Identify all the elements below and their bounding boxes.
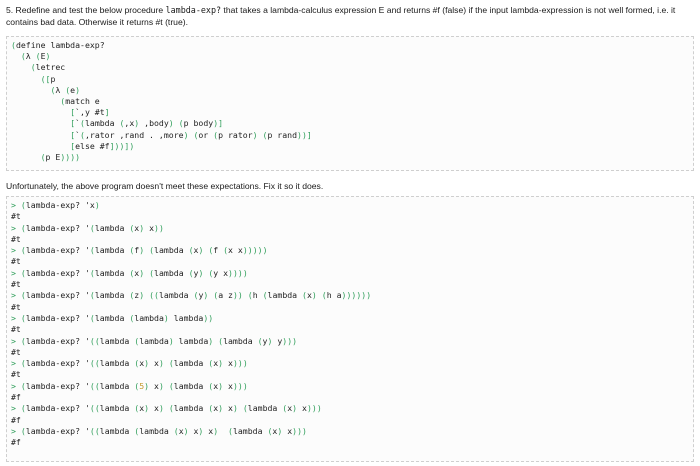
definition-code-block: (define lambda-exp? (λ (E) (letrec ([p (… [6,36,694,171]
repl-output-line: #t [11,211,21,222]
repl-output-line: #t [11,233,21,244]
prompt-text-before: 5. Redefine and test the below procedure [6,5,166,15]
repl-transcript: > (lambda-exp? 'x) #t > (lambda-exp? '(l… [7,197,693,449]
code-line: (p E)))) [40,152,81,163]
repl-output-line: #t [11,346,21,357]
repl-input-line: > (lambda-exp? '(lambda (f) (lambda (x) … [11,245,268,256]
repl-input-line: > (lambda-exp? 'x) [11,200,100,210]
instruction-text: Unfortunately, the above program doesn't… [6,181,324,191]
code-line: ([p [40,73,56,84]
repl-input-line: > (lambda-exp? '((lambda (lambda (x) x) … [11,425,307,436]
definition-code: (define lambda-exp? (λ (E) (letrec ([p (… [7,37,693,163]
repl-input-line: > (lambda-exp? '(lambda (x) x)) [11,222,164,233]
repl-output-line: #f [11,414,21,425]
repl-input-line: > (lambda-exp? '(lambda (z) ((lambda (y)… [11,290,372,301]
question-prompt: 5. Redefine and test the below procedure… [6,4,694,28]
repl-output-line: #t [11,256,21,267]
procedure-name-code: lambda-exp? [165,5,222,15]
repl-output-line: #t [11,369,21,380]
repl-input-line: > (lambda-exp? '((lambda (5) x) (lambda … [11,380,248,391]
repl-output-line: #f [11,437,21,448]
repl-input-line: > (lambda-exp? '((lambda (x) x) (lambda … [11,403,322,414]
repl-output-line: #t [11,301,21,312]
repl-output-line: #f [11,392,21,403]
code-line: [`(,rator ,rand . ,more) (or (p rator) (… [70,129,312,140]
repl-input-line: > (lambda-exp? '((lambda (lambda) lambda… [11,335,298,346]
code-line: [else #f]))]) [70,140,135,151]
code-line: [`(lambda (,x) ,body) (p body)] [70,118,224,129]
repl-input-line: > (lambda-exp? '(lambda (lambda) lambda)… [11,312,214,323]
code-line: (λ (E) [20,51,51,62]
repl-input-line: > (lambda-exp? '((lambda (x) x) (lambda … [11,358,248,369]
code-line: (λ (e) [50,84,81,95]
code-line: [`,y #t] [70,107,110,118]
code-line: (match e [60,96,100,107]
code-line: (letrec [30,62,66,73]
repl-input-line: > (lambda-exp? '(lambda (x) (lambda (y) … [11,267,248,278]
code-line: (define lambda-exp? [11,40,105,50]
repl-output-line: #t [11,324,21,335]
repl-transcript-block: > (lambda-exp? 'x) #t > (lambda-exp? '(l… [6,196,694,462]
repl-output-line: #t [11,279,21,290]
